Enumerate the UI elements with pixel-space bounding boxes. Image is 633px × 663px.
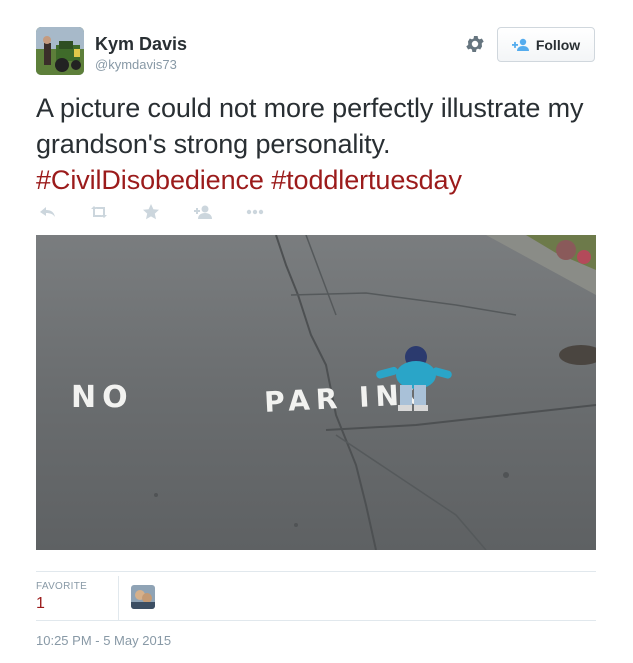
tweet-body: A picture could not more perfectly illus… — [36, 93, 584, 159]
tweet-header: Kym Davis @kymdavis73 Follow — [36, 27, 596, 77]
more-ellipsis-icon[interactable] — [244, 201, 266, 223]
tweet-card: Kym Davis @kymdavis73 Follow A picture c… — [0, 0, 633, 663]
tweet-actions — [36, 201, 336, 223]
favorite-label: FAVORITE — [36, 581, 88, 592]
user-handle[interactable]: @kymdavis73 — [95, 57, 177, 72]
favorite-count[interactable]: 1 — [36, 595, 45, 613]
stats-divider — [118, 576, 119, 620]
tweet-photo[interactable]: NO PAR ING — [36, 235, 596, 550]
road-text-no: NO — [71, 380, 134, 415]
follow-person-icon[interactable] — [192, 201, 214, 223]
gear-icon[interactable] — [464, 33, 486, 55]
reply-icon[interactable] — [36, 201, 58, 223]
favorite-star-icon[interactable] — [140, 201, 162, 223]
user-name[interactable]: Kym Davis — [95, 34, 187, 55]
tweet-text: A picture could not more perfectly illus… — [36, 90, 606, 198]
retweet-icon[interactable] — [88, 201, 110, 223]
hashtag-toddlertuesday[interactable]: #toddlertuesday — [271, 165, 462, 195]
follow-button[interactable]: Follow — [497, 27, 595, 62]
tweet-stats: FAVORITE 1 — [36, 571, 596, 621]
favoriter-avatar[interactable] — [131, 585, 155, 609]
follow-person-plus-icon — [511, 38, 530, 52]
tweet-timestamp[interactable]: 10:25 PM - 5 May 2015 — [36, 633, 171, 648]
hashtag-civil-disobedience[interactable]: #CivilDisobedience — [36, 165, 264, 195]
follow-label: Follow — [535, 36, 581, 53]
user-avatar[interactable] — [36, 27, 84, 75]
